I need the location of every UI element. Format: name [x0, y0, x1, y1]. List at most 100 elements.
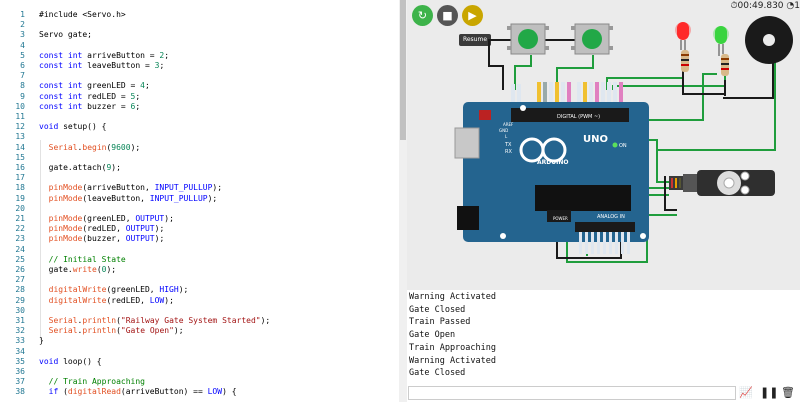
leave-push-button[interactable]: [571, 23, 613, 55]
code-token: const int: [39, 101, 83, 111]
line-number: 21: [15, 214, 25, 223]
code-token: loop() {: [58, 356, 102, 366]
line-number: 20: [15, 203, 25, 213]
code-line[interactable]: 33}: [0, 336, 399, 346]
code-line[interactable]: 29 digitalWrite(redLED, LOW);: [0, 296, 399, 306]
code-token: OUTPUT: [125, 234, 155, 244]
arrive-push-button[interactable]: [507, 23, 549, 55]
line-number: 23: [15, 234, 25, 244]
code-text: pinMode(leaveButton, INPUT_PULLUP);: [39, 193, 218, 204]
code-line[interactable]: 37 // Train Approaching: [0, 377, 399, 387]
code-line[interactable]: 15: [0, 153, 399, 163]
code-token: INPUT_PULLUP: [149, 193, 208, 203]
code-line[interactable]: 6 const int leaveButton = 3;: [0, 61, 399, 71]
code-token: redLED =: [82, 91, 131, 101]
code-token: INPUT_PULLUP: [154, 183, 213, 193]
code-line[interactable]: 3 Servo gate;: [0, 30, 399, 40]
code-token: greenLED =: [82, 81, 141, 91]
code-line[interactable]: 14 Serial.begin(9600);: [0, 143, 399, 153]
code-token: (: [58, 387, 68, 397]
code-line[interactable]: 9 const int redLED = 5;: [0, 92, 399, 102]
code-line[interactable]: 1 #include <Servo.h>: [0, 10, 399, 20]
code-line[interactable]: 32 Serial.println("Gate Open");: [0, 326, 399, 336]
code-editor[interactable]: 1 #include <Servo.h> 2 3 Servo gate; 4 5 const …: [0, 0, 399, 402]
code-token: void: [39, 122, 59, 132]
code-line[interactable]: 24: [0, 245, 399, 255]
code-line[interactable]: 18 pinMode(arriveButton, INPUT_PULLUP);: [0, 183, 399, 193]
line-number: 5: [20, 50, 25, 60]
line-number: 15: [15, 152, 25, 162]
code-line[interactable]: 8 const int greenLED = 4;: [0, 81, 399, 91]
code-text: digitalWrite(greenLED, HIGH);: [39, 285, 189, 295]
code-line[interactable]: 38 if (digitalRead(arriveButton) == LOW)…: [0, 387, 399, 397]
code-token: ;: [144, 81, 150, 91]
code-token: );: [260, 316, 271, 325]
code-token: write: [72, 265, 97, 274]
line-number: 34: [15, 346, 25, 356]
code-line[interactable]: 11: [0, 112, 399, 122]
line-number: 19: [15, 193, 25, 203]
code-line[interactable]: 7: [0, 71, 399, 81]
line-number: 29: [15, 295, 25, 305]
code-token: ) {: [222, 387, 237, 397]
code-text: pinMode(redLED, OUTPUT);: [39, 224, 165, 234]
code-token: );: [106, 265, 117, 274]
line-number: 27: [15, 275, 25, 285]
code-line[interactable]: 34: [0, 347, 399, 357]
code-line[interactable]: 23 pinMode(buzzer, OUTPUT);: [0, 234, 399, 244]
code-line[interactable]: 36: [0, 367, 399, 377]
code-line[interactable]: 27: [0, 275, 399, 285]
code-line[interactable]: 4: [0, 41, 399, 51]
clear-button[interactable]: 🗑: [781, 386, 795, 400]
code-token: );: [164, 295, 174, 305]
code-token: ;: [135, 101, 141, 111]
code-token: (redLED,: [106, 295, 150, 305]
line-number: 1: [20, 10, 25, 19]
rx-label: RX: [505, 149, 512, 155]
line-number: 14: [15, 142, 25, 152]
code-line[interactable]: 2: [0, 20, 399, 30]
code-line[interactable]: 19 pinMode(leaveButton, INPUT_PULLUP);: [0, 194, 399, 204]
code-line[interactable]: 12 void setup() {: [0, 122, 399, 132]
scrollbar-thumb[interactable]: [400, 0, 406, 140]
line-number: 31: [15, 316, 25, 325]
code-line[interactable]: 28 digitalWrite(greenLED, HIGH);: [0, 285, 399, 295]
code-token: "Gate Open": [120, 326, 174, 336]
power-label: POWER: [553, 216, 568, 221]
code-line[interactable]: 16 gate.attach(9);: [0, 163, 399, 173]
code-token: HIGH: [159, 285, 179, 295]
code-line[interactable]: 10 const int buzzer = 6;: [0, 102, 399, 112]
code-line[interactable]: 13: [0, 132, 399, 142]
plot-button[interactable]: 📈: [739, 386, 753, 400]
code-line[interactable]: 21 pinMode(greenLED, OUTPUT);: [0, 214, 399, 224]
code-line[interactable]: 5 const int arriveButton = 2;: [0, 51, 399, 61]
code-token: );: [212, 183, 223, 193]
serial-line: Gate Closed: [409, 304, 466, 315]
code-line[interactable]: 25 // Initial State: [0, 255, 399, 265]
code-line[interactable]: 31 Serial.println("Railway Gate System S…: [0, 316, 399, 326]
red-led: [675, 22, 691, 52]
line-number: 28: [15, 285, 25, 295]
line-number: 12: [15, 122, 25, 132]
code-line[interactable]: 20: [0, 204, 399, 214]
code-text: }: [39, 336, 44, 346]
code-line[interactable]: 35 void loop() {: [0, 357, 399, 367]
circuit-diagram: DIGITAL (PWM ~) ARDUINO UNO ON TX RX ARE…: [454, 16, 793, 263]
code-token: pinMode: [48, 214, 83, 223]
code-token: ;: [164, 50, 170, 60]
code-line[interactable]: 17: [0, 173, 399, 183]
code-line[interactable]: 30: [0, 306, 399, 316]
code-token: Serial: [48, 142, 78, 152]
code-token: (arriveButton,: [82, 183, 155, 193]
code-token: 9600: [111, 142, 131, 152]
code-line[interactable]: 22 pinMode(redLED, OUTPUT);: [0, 224, 399, 234]
pause-button[interactable]: ❚❚: [760, 386, 778, 400]
serial-input[interactable]: [408, 386, 736, 400]
code-line[interactable]: 26 gate.write(0);: [0, 265, 399, 275]
line-number: 35: [15, 356, 25, 366]
code-token: println: [82, 316, 117, 325]
